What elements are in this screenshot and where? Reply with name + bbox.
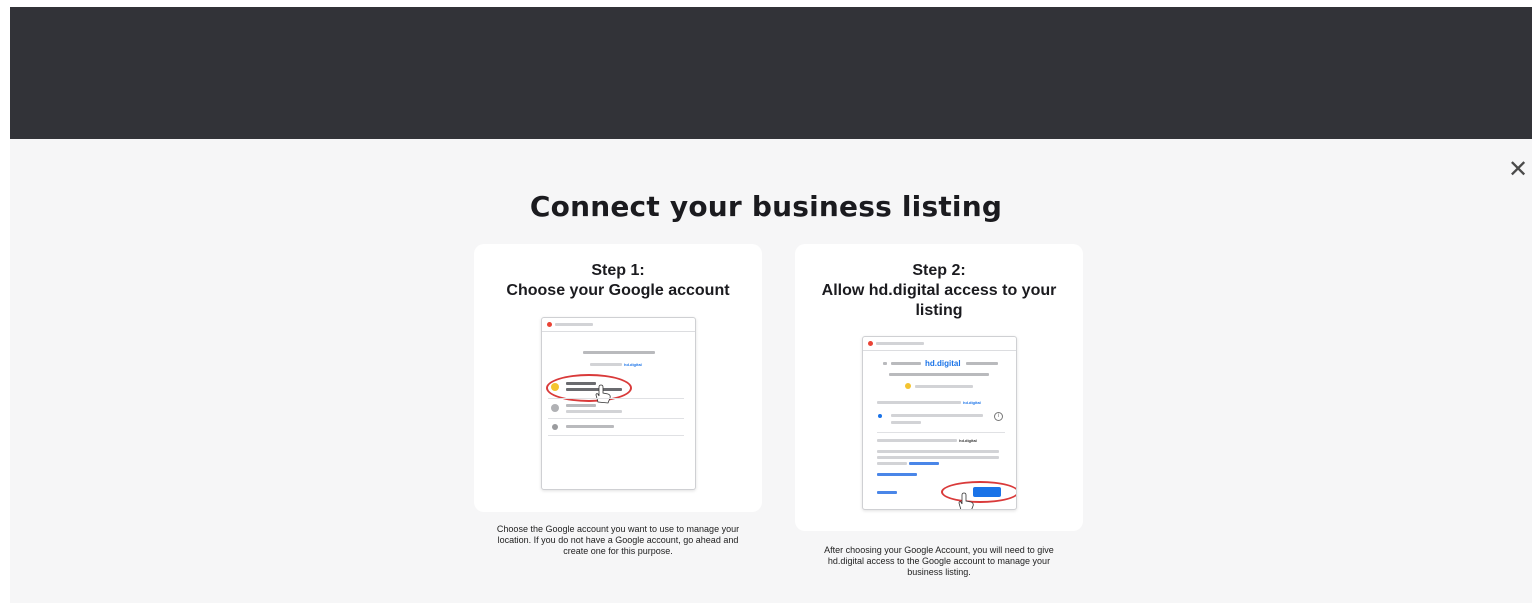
google-access-consent-illustration: hd.digital hd.digital i hd.digital bbox=[862, 336, 1017, 510]
brand-text: hd.digital bbox=[925, 359, 961, 368]
brand-text: hd.digital bbox=[624, 362, 642, 367]
placeholder-bar bbox=[877, 439, 957, 442]
avatar-icon bbox=[551, 404, 559, 412]
illustration-header bbox=[863, 337, 1016, 351]
step-1-heading: Step 1: Choose your Google account bbox=[474, 244, 762, 301]
cancel-placeholder bbox=[877, 491, 897, 494]
divider bbox=[877, 432, 1005, 433]
placeholder-bar bbox=[590, 363, 622, 366]
placeholder-bar bbox=[891, 414, 983, 417]
step-1-title: Choose your Google account bbox=[506, 282, 730, 299]
divider bbox=[548, 418, 684, 419]
placeholder-bar bbox=[877, 401, 961, 404]
info-icon: i bbox=[994, 412, 1003, 421]
placeholder-bar bbox=[583, 351, 655, 354]
placeholder-link bbox=[877, 473, 917, 476]
close-icon[interactable]: ✕ bbox=[1506, 158, 1530, 182]
step-2-label: Step 2: bbox=[912, 262, 966, 279]
permission-bullet-icon bbox=[878, 414, 882, 418]
brand-text: hd.digital bbox=[959, 438, 977, 443]
divider bbox=[548, 398, 684, 399]
brand-text: hd.digital bbox=[963, 400, 981, 405]
placeholder-bar bbox=[877, 450, 999, 453]
placeholder-bar bbox=[555, 323, 593, 326]
step-2-card: Step 2: Allow hd.digital access to your … bbox=[795, 244, 1083, 531]
placeholder-bar bbox=[915, 385, 973, 388]
illustration-header bbox=[542, 318, 695, 332]
step-2-description: After choosing your Google Account, you … bbox=[824, 545, 1054, 577]
placeholder-bar bbox=[966, 362, 998, 365]
google-logo-icon bbox=[868, 341, 873, 346]
step-2-title: Allow hd.digital access to your listing bbox=[821, 282, 1057, 319]
placeholder-bar bbox=[889, 373, 989, 376]
pointer-hand-icon bbox=[958, 492, 974, 509]
step-1-description: Choose the Google account you want to us… bbox=[496, 524, 740, 556]
placeholder-bar bbox=[566, 425, 614, 428]
placeholder-bar bbox=[566, 404, 596, 407]
step-1-card: Step 1: Choose your Google account hd.di… bbox=[474, 244, 762, 512]
placeholder-bar bbox=[877, 462, 907, 465]
placeholder-bar bbox=[876, 342, 924, 345]
divider bbox=[548, 435, 684, 436]
placeholder-bar bbox=[891, 362, 921, 365]
google-account-chooser-illustration: hd.digital bbox=[541, 317, 696, 490]
placeholder-bar bbox=[877, 456, 999, 459]
placeholder-link bbox=[909, 462, 939, 465]
step-1-label: Step 1: bbox=[591, 262, 645, 279]
pointer-hand-icon bbox=[595, 384, 611, 404]
placeholder-bar bbox=[891, 421, 921, 424]
google-logo-icon bbox=[547, 322, 552, 327]
top-bar bbox=[10, 7, 1532, 139]
modal-title: Connect your business listing bbox=[529, 190, 1003, 223]
step-2-heading: Step 2: Allow hd.digital access to your … bbox=[795, 244, 1083, 321]
add-account-icon bbox=[552, 424, 558, 430]
placeholder-bar bbox=[566, 410, 622, 413]
page: ✕ Connect your business listing Step 1: … bbox=[0, 0, 1532, 603]
highlight-ring bbox=[941, 481, 1016, 503]
avatar-icon bbox=[905, 383, 911, 389]
placeholder-bar bbox=[883, 362, 887, 365]
